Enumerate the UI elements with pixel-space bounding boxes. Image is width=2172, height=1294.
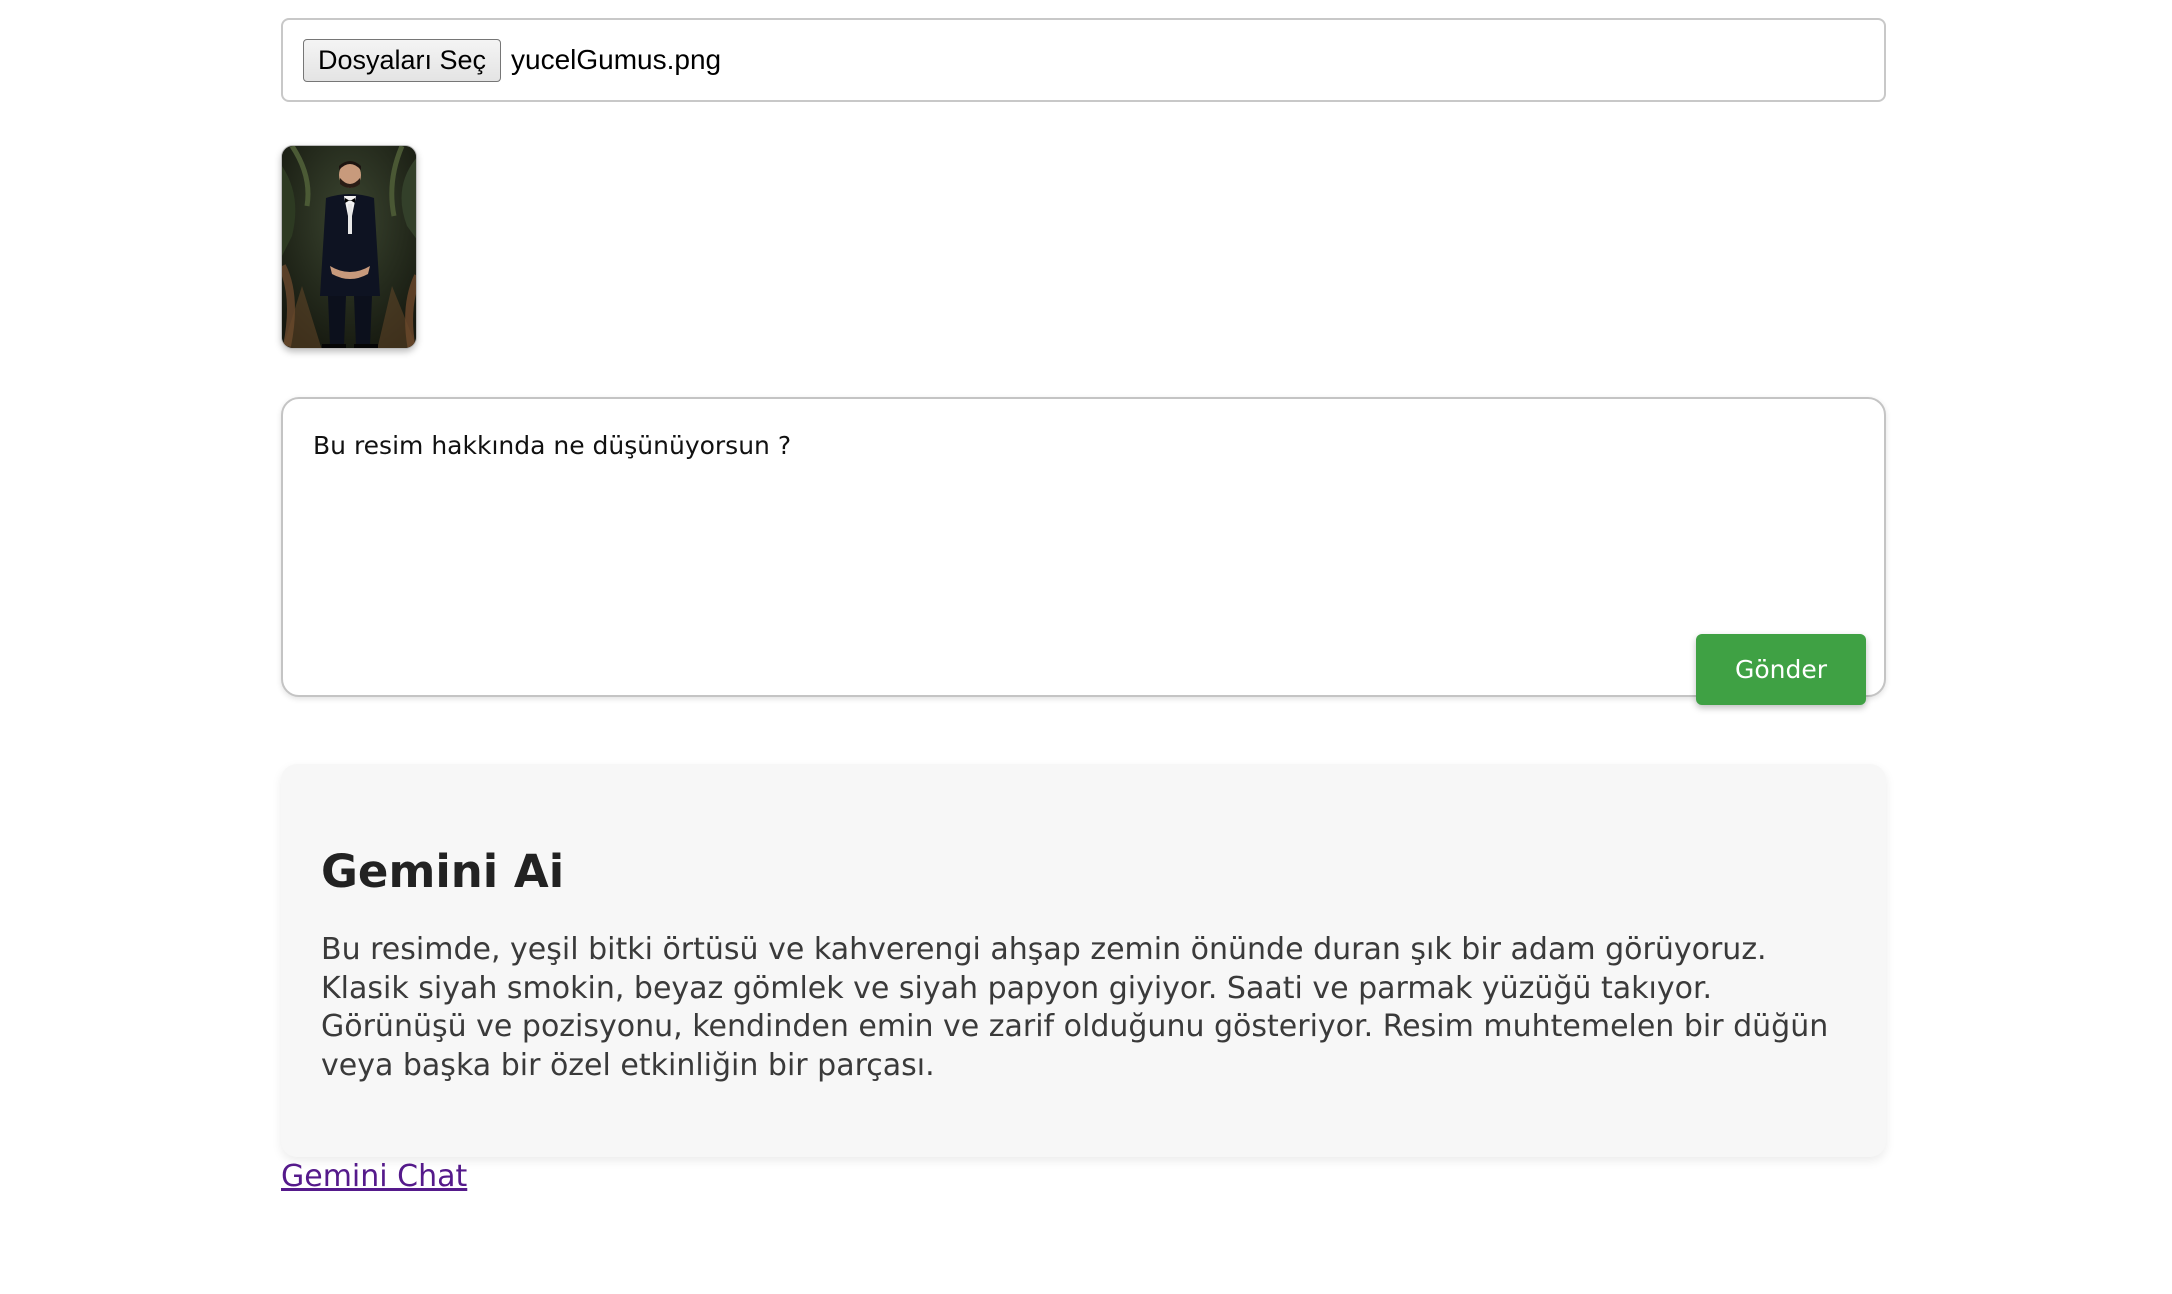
photo-thumbnail (282, 146, 416, 348)
prompt-text[interactable]: Bu resim hakkında ne düşünüyorsun ? (313, 429, 791, 463)
prompt-textarea[interactable]: Bu resim hakkında ne düşünüyorsun ? (281, 397, 1886, 697)
image-preview (281, 145, 417, 349)
send-button[interactable]: Gönder (1696, 634, 1866, 705)
file-upload-field[interactable]: Dosyaları Seç yucelGumus.png (281, 18, 1886, 102)
gemini-chat-link[interactable]: Gemini Chat (281, 1157, 467, 1197)
response-text: Bu resimde, yeşil bitki örtüsü ve kahver… (321, 932, 1829, 1083)
response-card: Gemini Ai Bu resimde, yeşil bitki örtüsü… (281, 764, 1886, 1157)
choose-files-button[interactable]: Dosyaları Seç (303, 39, 501, 82)
response-title: Gemini Ai (321, 845, 565, 898)
selected-file-name: yucelGumus.png (511, 44, 722, 75)
